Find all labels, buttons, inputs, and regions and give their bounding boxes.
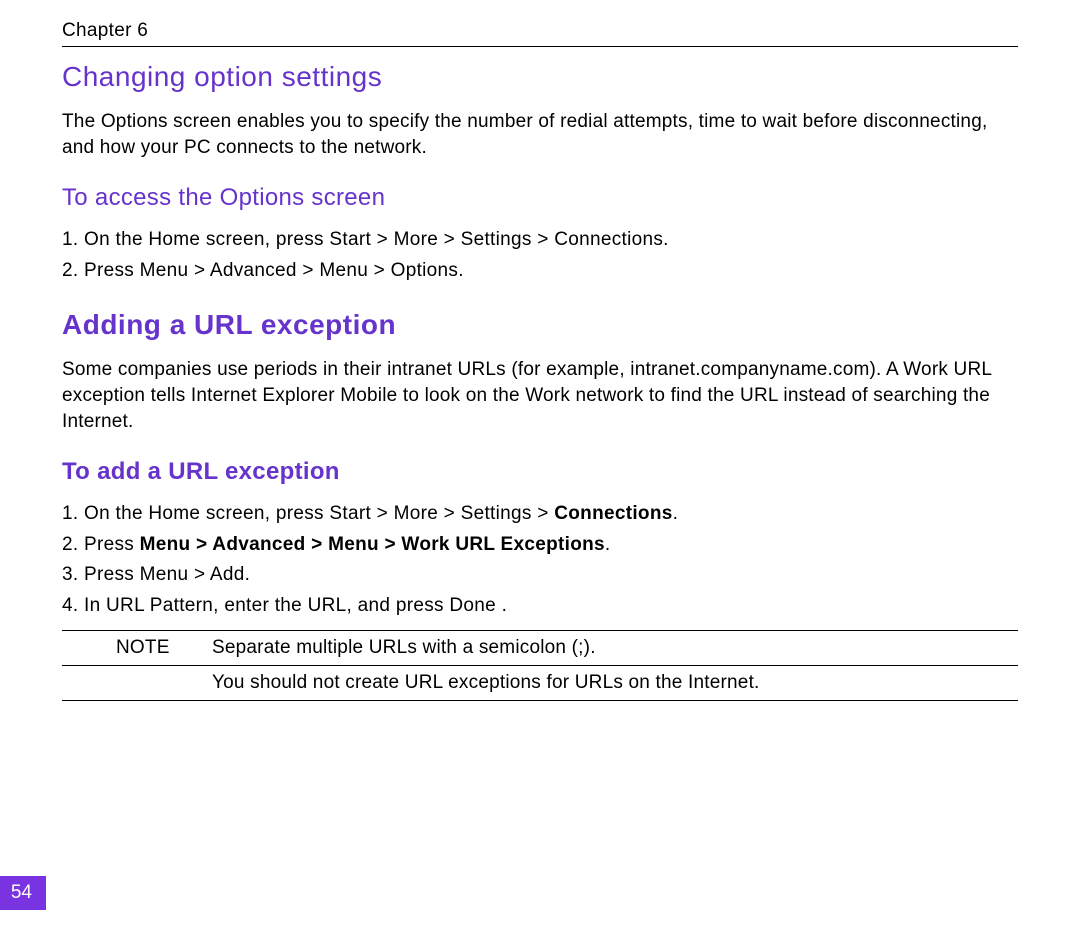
section1-step1: 1.On the Home screen, press Start > More… <box>62 226 1018 255</box>
note-row-1: NOTE Separate multiple URLs with a semic… <box>62 631 1018 665</box>
note-section: NOTE Separate multiple URLs with a semic… <box>62 630 1018 701</box>
step-num: 2. <box>62 257 84 286</box>
step-text-bold: Menu > Advanced > Menu > Work URL Except… <box>140 534 605 555</box>
step-text-pre: On the Home screen, press Start > More >… <box>84 503 554 524</box>
note-label-empty <box>62 672 212 694</box>
step-num: 1. <box>62 226 84 255</box>
step-text-post: . <box>673 503 679 524</box>
note-text-2: You should not create URL exceptions for… <box>212 672 1018 694</box>
step-num: 2. <box>62 531 84 560</box>
note-text-1: Separate multiple URLs with a semicolon … <box>212 637 1018 659</box>
step-text-post: . <box>605 534 611 555</box>
step-text: Press Menu > Advanced > Menu > Options. <box>84 260 464 281</box>
subheading-access-options: To access the Options screen <box>62 184 1018 212</box>
step-num: 3. <box>62 561 84 590</box>
chapter-header: Chapter 6 <box>62 20 1018 47</box>
section2-step3: 3.Press Menu > Add. <box>62 561 1018 590</box>
step-num: 1. <box>62 500 84 529</box>
page-number: 54 <box>0 876 46 910</box>
section1-intro: The Options screen enables you to specif… <box>62 109 1018 160</box>
section1-step2: 2.Press Menu > Advanced > Menu > Options… <box>62 257 1018 286</box>
step-text: Press Menu > Add. <box>84 564 250 585</box>
section2-step4: 4.In URL Pattern, enter the URL, and pre… <box>62 592 1018 621</box>
section2-intro: Some companies use periods in their intr… <box>62 357 1018 434</box>
section-title-url-exception: Adding a URL exception <box>62 309 1018 341</box>
step-text: On the Home screen, press Start > More >… <box>84 229 669 250</box>
step-text-pre: Press <box>84 534 140 555</box>
step-num: 4. <box>62 592 84 621</box>
note-label: NOTE <box>62 637 212 659</box>
note-row-2: You should not create URL exceptions for… <box>62 666 1018 700</box>
section2-step2: 2.Press Menu > Advanced > Menu > Work UR… <box>62 531 1018 560</box>
step-text-bold: Connections <box>554 503 672 524</box>
section-title-changing-options: Changing option settings <box>62 61 1018 93</box>
subheading-add-url-exception: To add a URL exception <box>62 458 1018 486</box>
step-text: In URL Pattern, enter the URL, and press… <box>84 595 507 616</box>
section2-step1: 1.On the Home screen, press Start > More… <box>62 500 1018 529</box>
